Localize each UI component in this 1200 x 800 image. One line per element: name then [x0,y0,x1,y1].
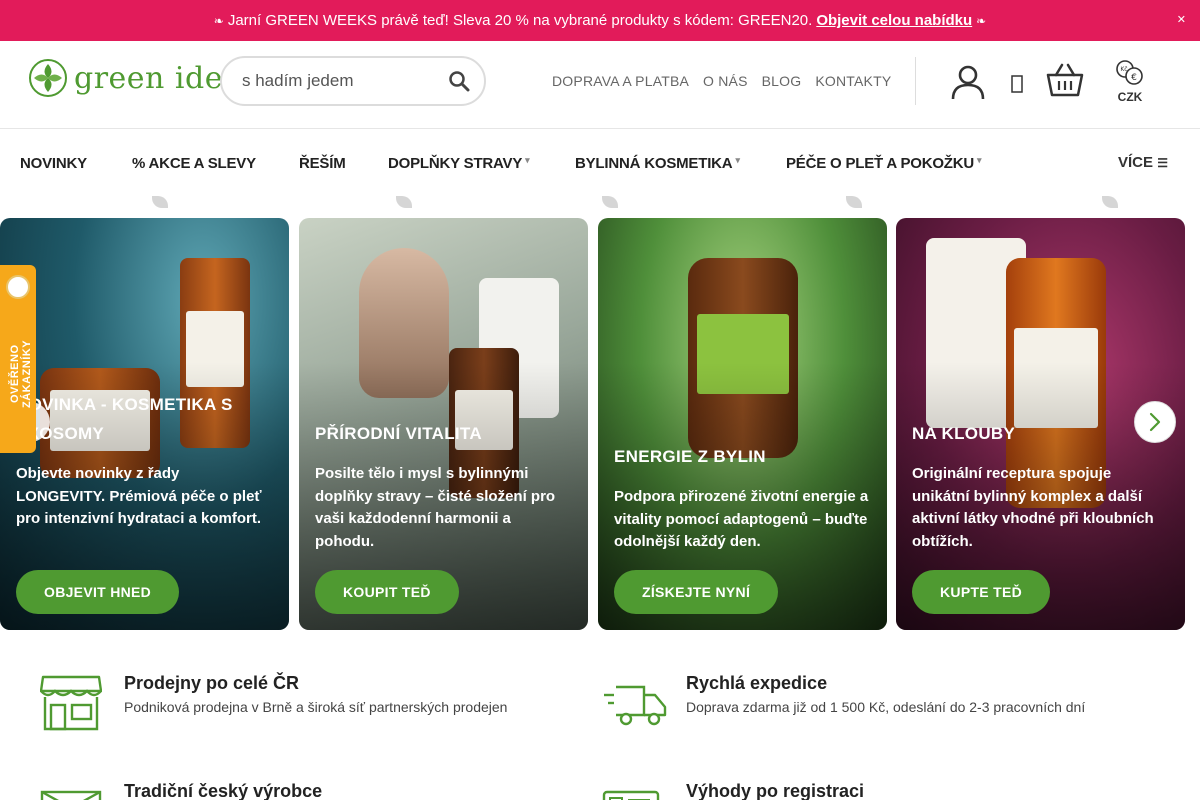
verified-reviews-tab[interactable]: OVĚŘENO ZÁKAZNÍKY [0,265,36,453]
card-title: ENERGIE Z BYLIN [614,442,766,471]
verified-badge-icon [6,275,30,299]
feature-title: Prodejny po celé ČR [124,673,300,693]
feature-title: Tradiční český výrobce [124,781,323,800]
search-icon[interactable] [448,70,470,92]
link-blog[interactable]: BLOG [762,73,802,89]
user-account-icon[interactable] [950,64,986,100]
promo-card-vitality[interactable]: PŘÍRODNÍ VITALITA Posilte tělo i mysl s … [299,218,588,630]
nav-label: NOVINKY [20,155,87,172]
feature-registration: Výhody po registraci [602,781,1122,800]
card-cta-button[interactable]: KUPTE TEĎ [912,570,1051,614]
card-title-line: NA KLOUBY [912,424,1016,443]
link-kontakty[interactable]: KONTAKTY [815,73,891,89]
header-divider [915,57,916,105]
feature-shipping: Rychlá expedice Doprava zdarma již od 1 … [602,673,1162,733]
basket-icon[interactable] [1046,63,1084,97]
nav-kosmetika[interactable]: BYLINNÁ KOSMETIKA ▾ [575,155,740,172]
nav-label: BYLINNÁ KOSMETIKA [575,155,733,172]
feature-title: Výhody po registraci [686,781,865,800]
envelope-icon [40,790,102,800]
menu-icon: ☰ [1157,156,1168,170]
nav-akce[interactable]: % AKCE A SLEVY [132,155,256,172]
card-shade [598,218,887,630]
nav-novinky[interactable]: NOVINKY [20,155,87,172]
nav-label: % AKCE A SLEVY [132,155,256,172]
chevron-down-icon: ▾ [735,155,740,165]
favorites-icon[interactable] [1011,75,1023,93]
leaf-icon: ❧ [976,13,987,28]
main-nav: NOVINKY % AKCE A SLEVY ŘEŠÍM DOPLŇKY STR… [0,129,1200,197]
svg-text:Kč: Kč [1120,66,1127,73]
card-description: Podpora přirozené životní energie a vita… [614,488,869,550]
id-card-icon [602,790,660,800]
link-doprava[interactable]: DOPRAVA A PLATBA [552,73,689,89]
logo-leaf-icon [29,59,67,97]
close-promo-icon[interactable]: ✕ [1177,13,1186,26]
chevron-right-icon [1149,412,1161,432]
feature-description: Doprava zdarma již od 1 500 Kč, odeslání… [686,699,1086,715]
feature-stores: Prodejny po celé ČR Podniková prodejna v… [40,673,560,733]
search-box [220,56,486,106]
chevron-down-icon: ▾ [525,155,530,165]
nav-label: PÉČE O PLEŤ A POKOŽKU [786,155,975,172]
currency-coins-icon: € Kč [1116,60,1143,85]
leaf-icon: ❧ [213,13,224,28]
promo-card-energy[interactable]: ENERGIE Z BYLIN Podpora přirozené životn… [598,218,887,630]
top-links: DOPRAVA A PLATBA O NÁS BLOG KONTAKTY [552,73,891,89]
site-header: green idea DOPRAVA A PLATBA O NÁS BLOG K… [0,41,1200,129]
logo[interactable]: green idea [28,58,241,98]
link-o-nas[interactable]: O NÁS [703,73,748,89]
slider-next-button[interactable] [1134,401,1176,443]
chevron-down-icon: ▾ [977,155,982,165]
nav-label: ŘEŠÍM [299,155,346,172]
search-input[interactable] [242,70,442,92]
nav-more-label: VÍCE [1118,154,1154,171]
logo-text: green idea [74,60,242,96]
card-title-line: PŘÍRODNÍ VITALITA [315,424,482,443]
card-title-line: ENERGIE Z BYLIN [614,447,766,466]
svg-text:€: € [1131,73,1137,83]
feature-title: Rychlá expedice [686,673,828,693]
currency-label: CZK [1117,90,1143,104]
card-title: PŘÍRODNÍ VITALITA [315,419,482,448]
nav-pece[interactable]: PÉČE O PLEŤ A POKOŽKU ▾ [786,155,982,172]
card-title: NA KLOUBY [912,419,1015,448]
nav-doplnky[interactable]: DOPLŇKY STRAVY ▾ [388,155,530,172]
card-description: Objevte novinky z řady LONGEVITY. Prémio… [16,465,262,527]
verified-reviews-label: OVĚŘENO ZÁKAZNÍKY [9,339,33,409]
delivery-truck-icon [604,685,667,726]
card-cta-button[interactable]: OBJEVIT HNED [16,570,180,614]
card-cta-button[interactable]: KOUPIT TEĎ [315,570,459,614]
card-description: Originální receptura spojuje unikátní by… [912,465,1154,550]
card-cta-button[interactable]: ZÍSKEJTE NYNÍ [614,570,779,614]
feature-description: Podniková prodejna v Brně a široká síť p… [124,699,508,715]
nav-resim[interactable]: ŘEŠÍM [299,155,346,172]
nav-more[interactable]: VÍCE ☰ [1118,154,1168,171]
promo-link[interactable]: Objevit celou nabídku [816,12,972,29]
currency-switcher[interactable]: € Kč CZK [1112,59,1148,104]
card-description: Posilte tělo i mysl s bylinnými doplňky … [315,465,556,550]
feature-czech-producer: Tradiční český výrobce [40,781,560,800]
decorative-leaves [0,190,1200,218]
nav-label: DOPLŇKY STRAVY [388,155,523,172]
shop-icon [40,675,102,731]
promo-text: Jarní GREEN WEEKS právě teď! Sleva 20 % … [227,12,813,29]
promo-bar: ❧ Jarní GREEN WEEKS právě teď! Sleva 20 … [0,0,1200,41]
